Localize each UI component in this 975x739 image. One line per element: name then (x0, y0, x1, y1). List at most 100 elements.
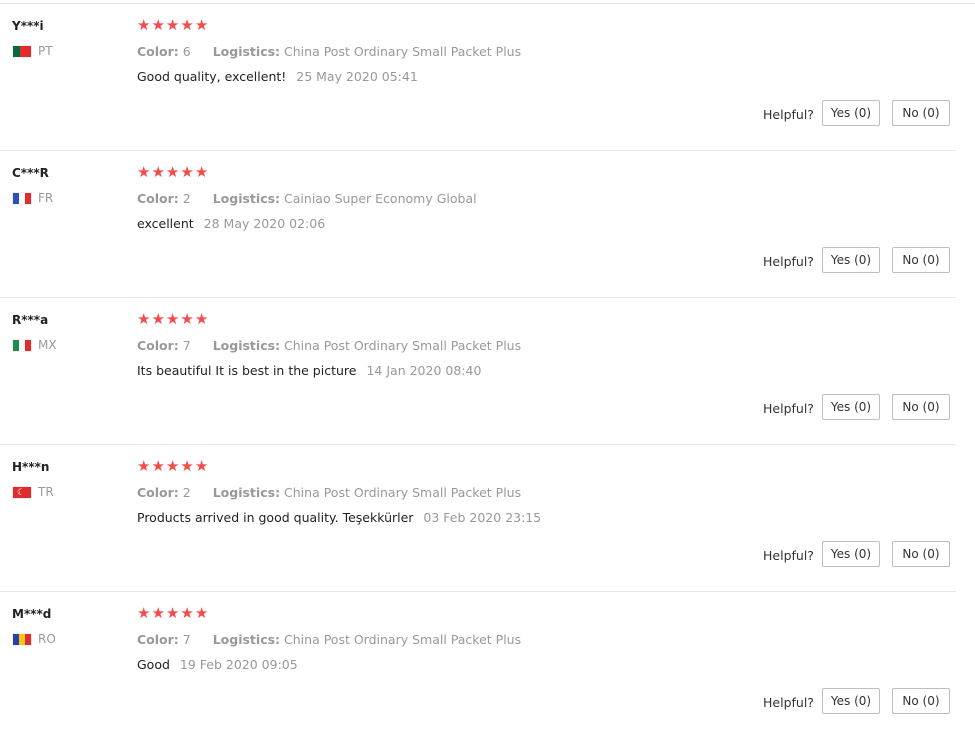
review-text-row: Its beautiful It is best in the picture … (137, 363, 481, 378)
logistics-value: China Post Ordinary Small Packet Plus (284, 485, 522, 500)
logistics-label: Logistics: (212, 485, 281, 500)
country-code: PT (38, 44, 53, 58)
country-flag-icon (12, 44, 32, 58)
review-text: Products arrived in good quality. Teşekk… (137, 510, 414, 525)
review-date: 03 Feb 2020 23:15 (423, 510, 542, 525)
logistics-value: China Post Ordinary Small Packet Plus (284, 44, 522, 59)
color-label: Color: (137, 632, 179, 647)
review-meta: Color: 2 Logistics: Cainiao Super Econom… (137, 191, 477, 206)
review-date: 28 May 2020 02:06 (203, 216, 326, 231)
helpful-no-button[interactable]: No (0) (892, 688, 950, 714)
review-text: excellent (137, 216, 194, 231)
star-icon: ★ (194, 163, 209, 181)
helpful-no-button[interactable]: No (0) (892, 247, 950, 273)
color-label: Color: (137, 485, 179, 500)
reviewer-country: FR (12, 191, 53, 205)
star-icon: ★ (194, 310, 209, 328)
helpful-yes-button[interactable]: Yes (0) (822, 247, 880, 273)
star-icon: ★ (137, 163, 151, 181)
review-item: R***a MX ★ ★ ★ ★ ★ Color: 7 Logistics: China… (0, 298, 975, 445)
review-date: 25 May 2020 05:41 (296, 69, 418, 84)
color-value: 2 (182, 191, 191, 206)
logistics-value: Cainiao Super Economy Global (284, 191, 477, 206)
review-item: C***R FR ★ ★ ★ ★ ★ Color: 2 Logistics: Caini… (0, 151, 975, 298)
logistics-label: Logistics: (212, 338, 281, 353)
color-label: Color: (137, 191, 179, 206)
helpful-label: Helpful? (763, 254, 814, 269)
star-icon: ★ (180, 457, 194, 475)
logistics-value: China Post Ordinary Small Packet Plus (284, 632, 522, 647)
reviewer-name: Y***i (12, 19, 44, 33)
star-icon: ★ (180, 310, 194, 328)
star-icon: ★ (151, 163, 165, 181)
country-flag-icon: ☾ (12, 485, 32, 499)
reviewer-country: ☾ TR (12, 485, 54, 499)
helpful-yes-button[interactable]: Yes (0) (822, 541, 880, 567)
logistics-value: China Post Ordinary Small Packet Plus (284, 338, 522, 353)
star-icon: ★ (194, 457, 209, 475)
review-text-row: excellent 28 May 2020 02:06 (137, 216, 325, 231)
star-icon: ★ (180, 16, 194, 34)
reviewer-name: H***n (12, 460, 50, 474)
review-text: Its beautiful It is best in the picture (137, 363, 357, 378)
helpful-no-button[interactable]: No (0) (892, 394, 950, 420)
logistics-label: Logistics: (212, 632, 281, 647)
reviewer-country: MX (12, 338, 57, 352)
review-text-row: Good 19 Feb 2020 09:05 (137, 657, 298, 672)
star-icon: ★ (137, 604, 151, 622)
review-date: 19 Feb 2020 09:05 (179, 657, 298, 672)
color-value: 2 (182, 485, 191, 500)
review-item: Y***i PT ★ ★ ★ ★ ★ Color: 6 Logistics: China… (0, 4, 975, 151)
star-rating: ★ ★ ★ ★ ★ (137, 310, 209, 328)
helpful-no-button[interactable]: No (0) (892, 541, 950, 567)
logistics-label: Logistics: (212, 44, 281, 59)
color-value: 7 (182, 338, 191, 353)
review-date: 14 Jan 2020 08:40 (366, 363, 482, 378)
star-icon: ★ (165, 16, 180, 34)
star-icon: ★ (165, 163, 180, 181)
star-rating: ★ ★ ★ ★ ★ (137, 457, 209, 475)
review-text: Good quality, excellent! (137, 69, 287, 84)
country-flag-icon (12, 191, 32, 205)
star-icon: ★ (194, 16, 209, 34)
star-icon: ★ (165, 310, 180, 328)
review-text-row: Good quality, excellent! 25 May 2020 05:… (137, 69, 418, 84)
star-icon: ★ (151, 604, 165, 622)
helpful-yes-button[interactable]: Yes (0) (822, 394, 880, 420)
star-icon: ★ (165, 604, 180, 622)
star-icon: ★ (151, 16, 165, 34)
star-rating: ★ ★ ★ ★ ★ (137, 16, 209, 34)
star-icon: ★ (151, 310, 165, 328)
review-item: M***d RO ★ ★ ★ ★ ★ Color: 7 Logistics: China… (0, 592, 975, 739)
color-label: Color: (137, 338, 179, 353)
review-meta: Color: 7 Logistics: China Post Ordinary … (137, 338, 521, 353)
color-value: 7 (182, 632, 191, 647)
color-label: Color: (137, 44, 179, 59)
star-icon: ★ (180, 163, 194, 181)
helpful-label: Helpful? (763, 401, 814, 416)
helpful-yes-button[interactable]: Yes (0) (822, 100, 880, 126)
review-list: Y***i PT ★ ★ ★ ★ ★ Color: 6 Logistics: China… (0, 4, 975, 739)
country-code: TR (38, 485, 54, 499)
helpful-label: Helpful? (763, 695, 814, 710)
helpful-label: Helpful? (763, 548, 814, 563)
star-rating: ★ ★ ★ ★ ★ (137, 604, 209, 622)
review-text: Good (137, 657, 170, 672)
star-icon: ★ (165, 457, 180, 475)
helpful-label: Helpful? (763, 107, 814, 122)
star-icon: ★ (180, 604, 194, 622)
star-icon: ★ (137, 16, 151, 34)
review-item: H***n ☾ TR ★ ★ ★ ★ ★ Color: 2 Logistics: Chi… (0, 445, 975, 592)
country-code: RO (38, 632, 56, 646)
review-meta: Color: 7 Logistics: China Post Ordinary … (137, 632, 521, 647)
helpful-no-button[interactable]: No (0) (892, 100, 950, 126)
reviewer-country: RO (12, 632, 56, 646)
country-flag-icon (12, 338, 32, 352)
star-icon: ★ (151, 457, 165, 475)
star-rating: ★ ★ ★ ★ ★ (137, 163, 209, 181)
helpful-yes-button[interactable]: Yes (0) (822, 688, 880, 714)
logistics-label: Logistics: (212, 191, 281, 206)
reviewer-country: PT (12, 44, 53, 58)
review-text-row: Products arrived in good quality. Teşekk… (137, 510, 541, 525)
country-flag-icon (12, 632, 32, 646)
